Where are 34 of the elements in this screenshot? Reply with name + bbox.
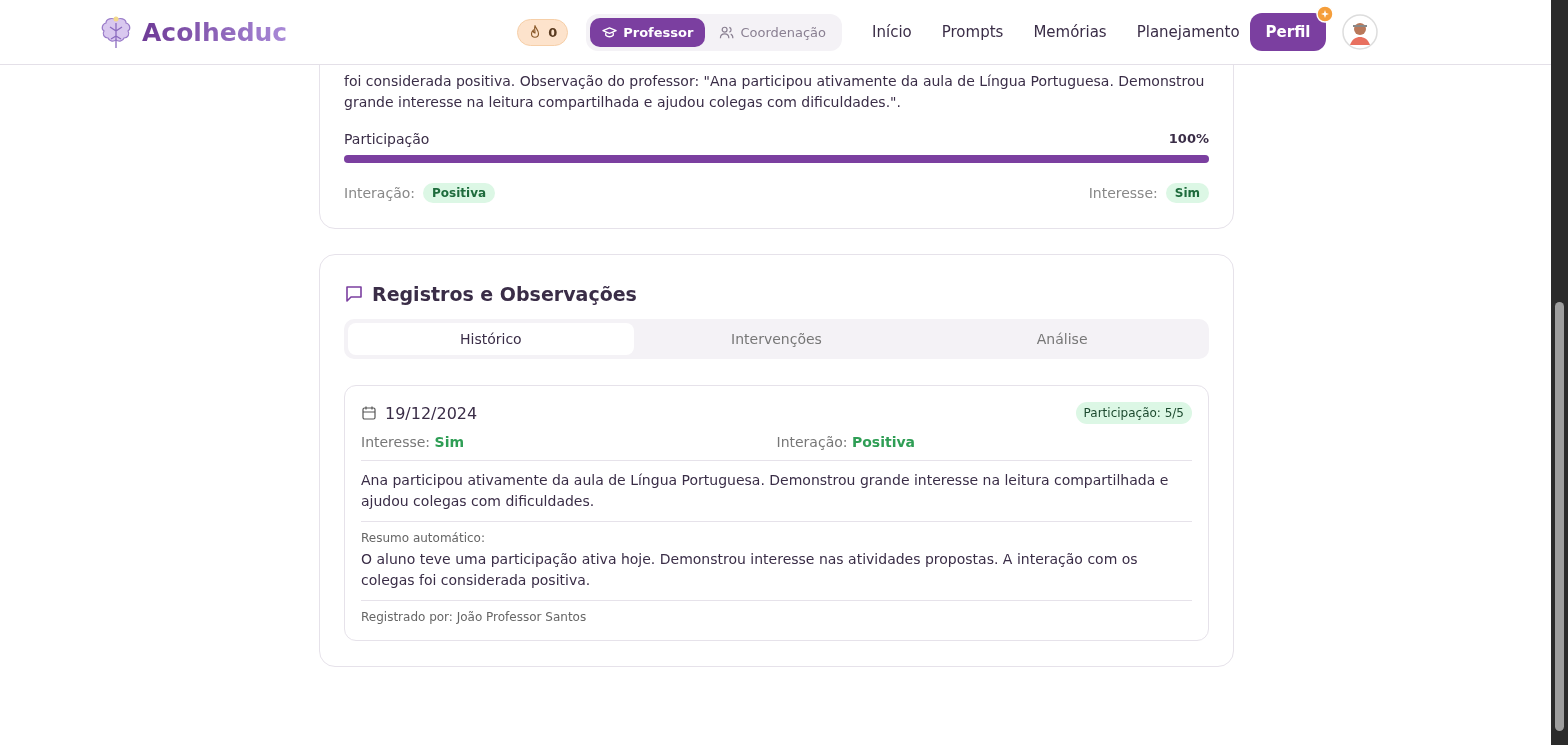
role-tab[interactable]: Coordenação (707, 17, 839, 47)
brain-tree-icon (100, 15, 132, 49)
auto-summary: O aluno teve uma participação ativa hoje. Demonstrou interesse nas atividades propostas. A interação com os colegas foi considerada positiva. (361, 550, 1139, 590)
role-tab[interactable]: Professor (590, 17, 706, 47)
section-title: Registros e Observações (372, 283, 637, 305)
users-icon (719, 24, 735, 40)
summary-label: Resumo automático: (361, 531, 486, 545)
nav-link[interactable]: Prompts (941, 23, 1004, 41)
interest-value: Interesse: Sim (361, 434, 466, 450)
nav-link[interactable]: Planejamento (1136, 23, 1240, 41)
scrollbar[interactable] (1551, 0, 1568, 745)
graduation-cap-icon (602, 24, 618, 40)
avatar-icon[interactable] (1342, 14, 1379, 50)
streak-badge: 0 (517, 18, 569, 46)
tab[interactable]: Histórico (348, 323, 634, 355)
nav-link[interactable]: Memórias (1033, 23, 1107, 41)
calendar-icon (361, 405, 377, 421)
participation-label: Participação (344, 131, 430, 147)
nav-link[interactable]: Início (872, 23, 912, 41)
interest-tag: Sim (1165, 183, 1209, 203)
participation-percentage: 100% (1168, 131, 1209, 147)
summary-text: foi considerada positiva. Observação do professor: "Ana participou ativamente da aula de Língua Portuguesa. Demonstrou grande interesse na leitura compartilhada e ajudou colegas com dificuldades.". (344, 72, 1206, 112)
record-date: 19/12/2024 (385, 403, 478, 423)
interaction-tag: Positiva (423, 183, 496, 203)
interaction-label: Interação: (344, 185, 415, 201)
participation-tag: Participação: 5/5 (1075, 402, 1192, 424)
interest-label: Interesse: (1088, 185, 1158, 201)
interaction-value: Interação: Positiva (776, 434, 917, 450)
tab[interactable]: Intervenções (633, 323, 920, 355)
profile-button[interactable]: Perfil (1249, 13, 1327, 51)
record-note: Ana participou ativamente da aula de Língua Portuguesa. Demonstrou grande interesse na leitura compartilhada e ajudou colegas com dificuldades. (361, 460, 1192, 521)
tab[interactable]: Análise (919, 323, 1205, 355)
author-text: Registrado por: João Professor Santos (361, 600, 1192, 624)
chat-icon (344, 284, 364, 304)
